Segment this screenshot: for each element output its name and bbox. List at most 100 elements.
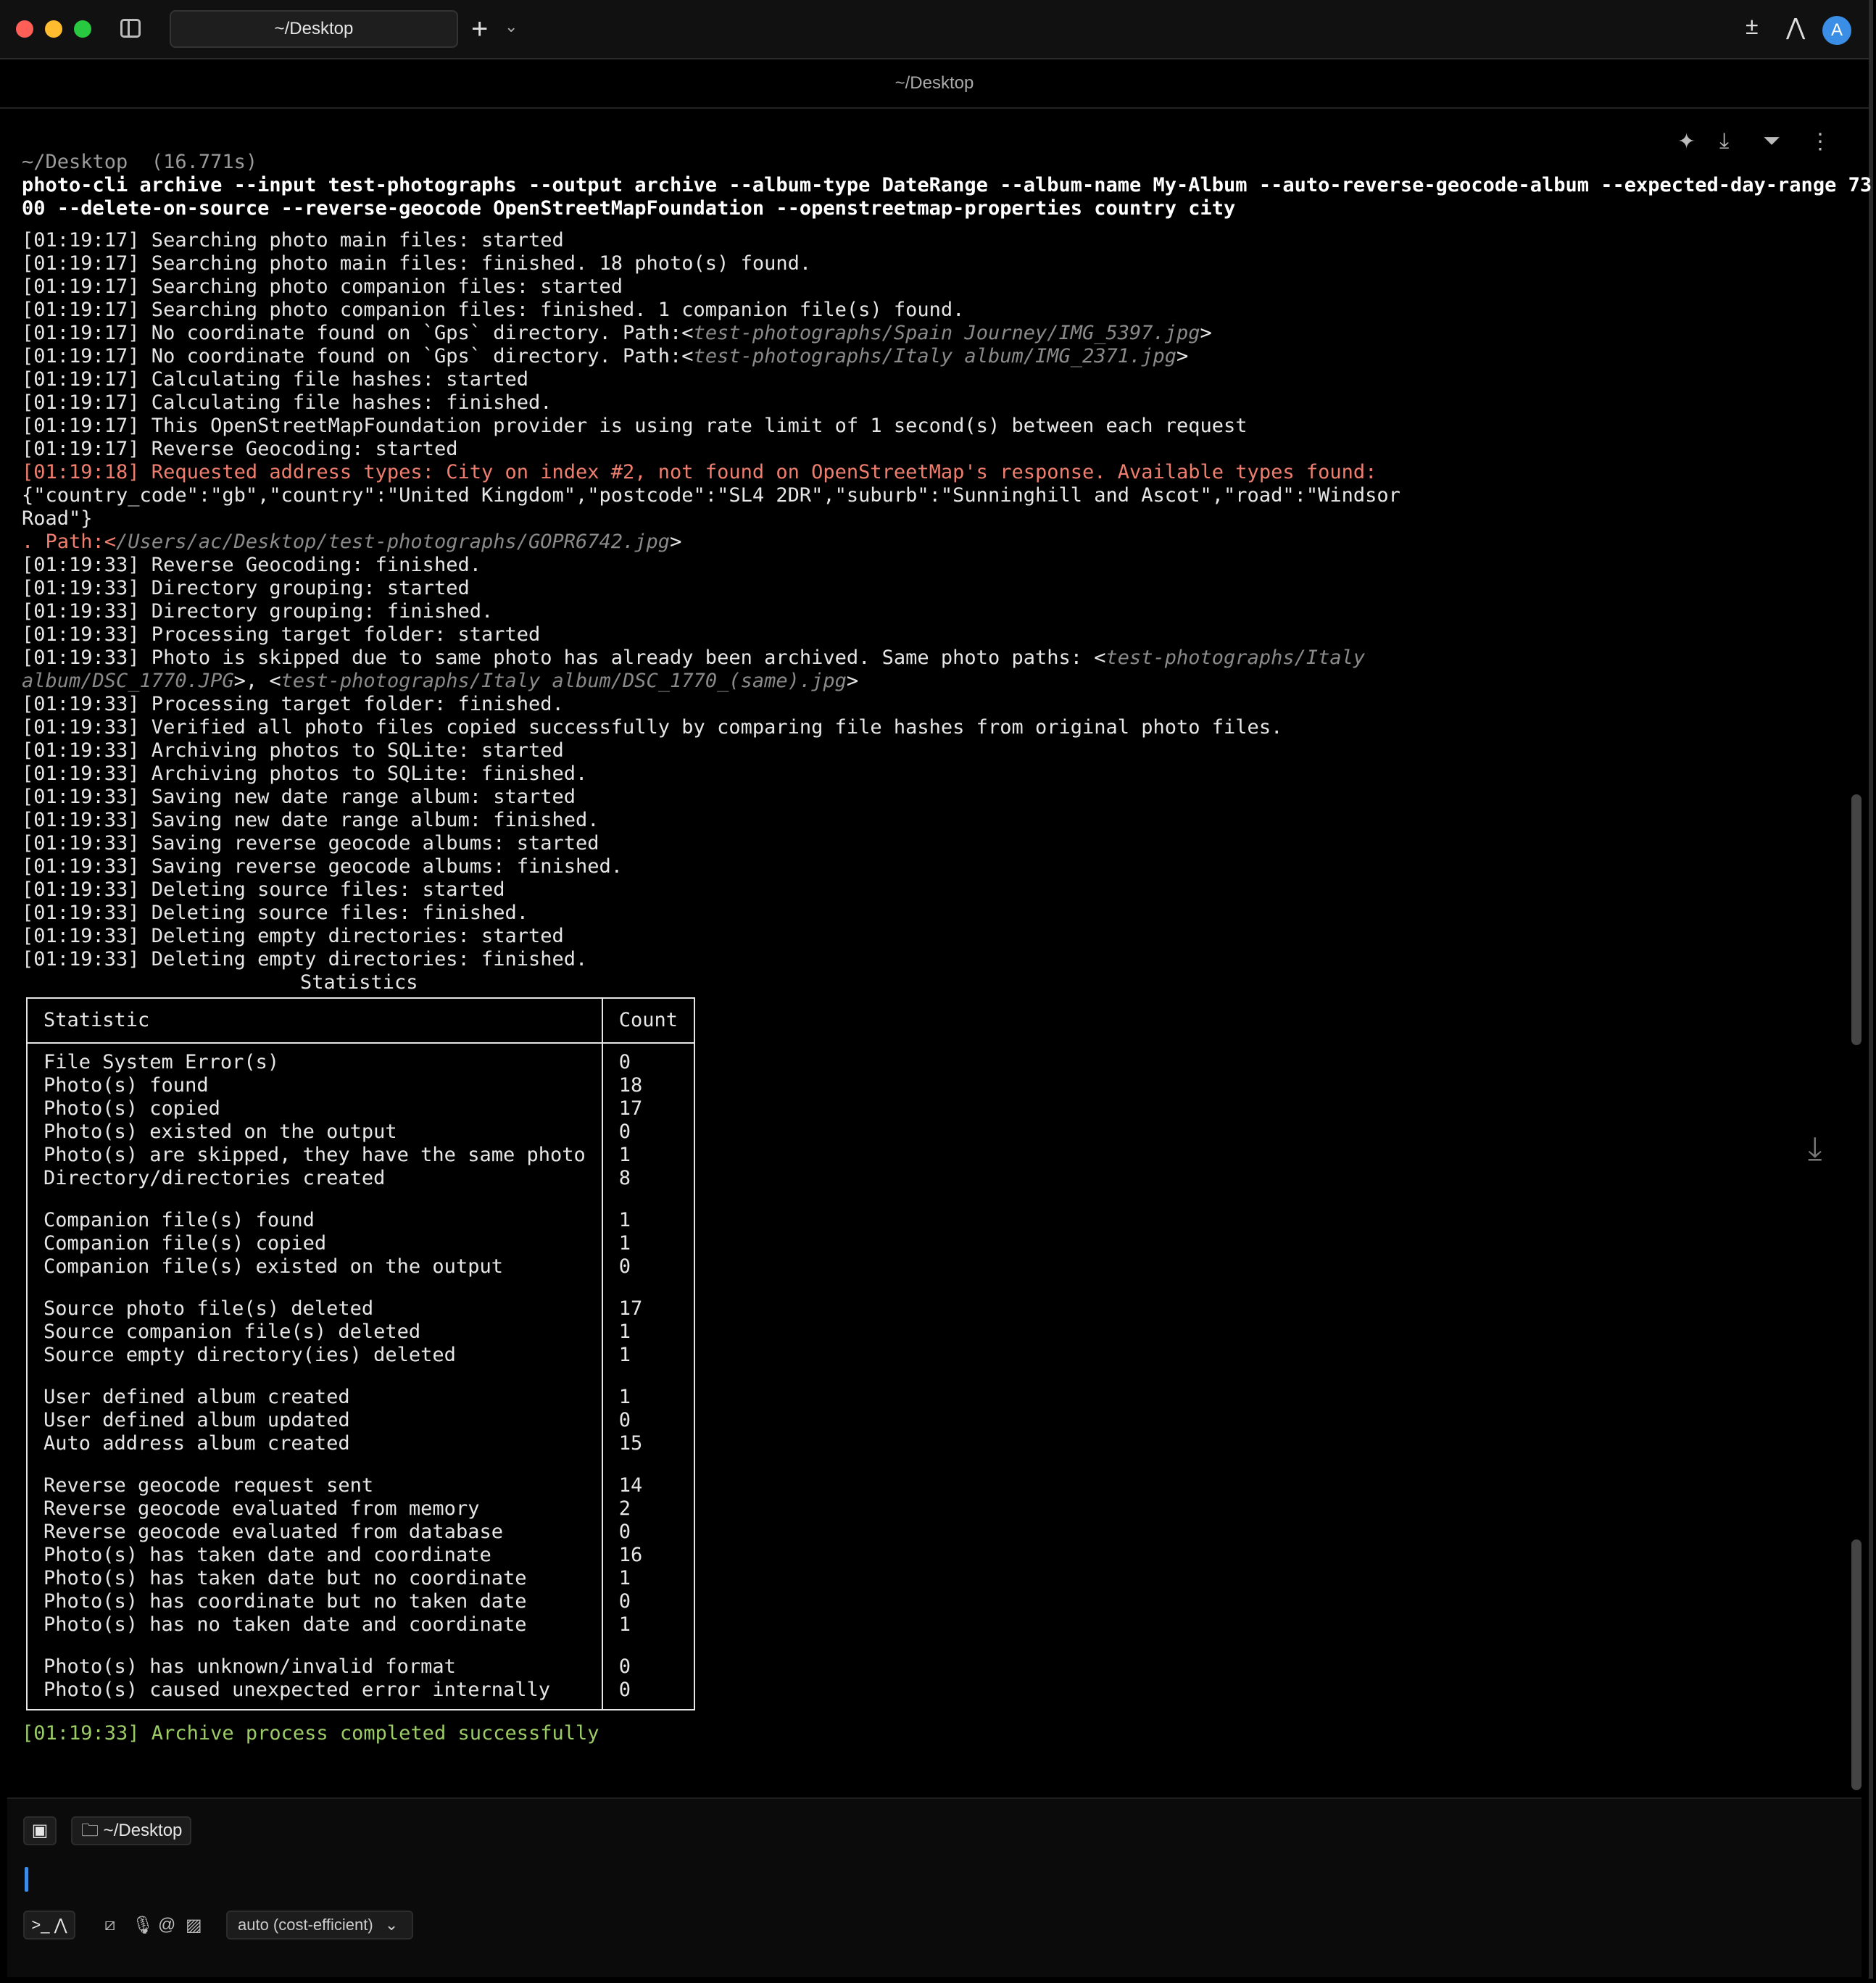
tab-desktop[interactable]: ~/Desktop [170,10,458,48]
scroll-to-bottom-icon[interactable]: ⤓ [1808,1131,1822,1167]
statistic-name: Reverse geocode request sent [43,1474,374,1497]
table-row: Photo(s) has taken date and coordinate 16 [27,1544,695,1567]
terminal-mode-icon[interactable]: >_ ⋀ [23,1911,75,1940]
statistic-name: User defined album created [43,1386,350,1408]
table-row: Companion file(s) existed on the output 0 [27,1255,695,1279]
table-row: Reverse geocode request sent 14 [27,1474,695,1497]
log-line: [01:19:17] Calculating file hashes: fini… [22,391,552,414]
zoom-window-button[interactable] [74,20,91,38]
chat-icon[interactable]: ▣ [23,1816,57,1845]
statistic-count: 1 [601,1613,695,1637]
log-line: [01:19:33] Deleting source files: finish… [22,902,528,924]
folder-icon: 🗀 [81,1821,104,1840]
table-row: Directory/directories created 8 [27,1167,695,1190]
slash-command-icon[interactable]: ⧄ [104,1915,115,1935]
statistics-title: Statistics [300,971,418,994]
statistic-name: Source companion file(s) deleted [43,1321,421,1343]
file-path[interactable]: album/DSC_1770.JPG [22,670,234,692]
close-window-button[interactable] [16,20,33,38]
table-row: Photo(s) has unknown/invalid format 0 [27,1655,695,1679]
statistic-name: Reverse geocode evaluated from database [43,1521,503,1543]
new-tab-chevron-down-icon[interactable]: ⌄ [505,17,518,36]
statistic-name: Directory/directories created [43,1167,386,1189]
statistic-name: Companion file(s) found [43,1209,315,1231]
terminal-window: ~/Desktop + ⌄ ± ⋀ A ~/Desktop ✦ ⤓ ⏷ ⋮ ~/… [0,0,1873,1979]
statistic-name: Photo(s) copied [43,1097,220,1120]
avatar[interactable]: A [1822,16,1851,45]
statistic-count: 0 [601,1255,695,1279]
model-select-label: auto (cost-efficient) [238,1916,373,1934]
table-row: Photo(s) copied 17 [27,1097,695,1121]
terminal-output: ~/Desktop (16.771s) photo-cli archive --i… [22,128,1872,1792]
table-row-spacer [27,1367,695,1386]
table-row-spacer [27,1455,695,1474]
log-line: [01:19:33] Deleting empty directories: f… [22,948,588,970]
path-header: ~/Desktop [0,59,1869,109]
statistic-count: 0 [601,1121,695,1144]
file-path[interactable]: test-photographs/Spain Journey/IMG_5397.… [694,322,1200,344]
statistic-name: Companion file(s) existed on the output [43,1255,503,1278]
log-line: [01:19:33] Archiving photos to SQLite: s… [22,739,564,762]
model-select[interactable]: auto (cost-efficient) ⌄ [226,1911,413,1940]
table-row: Companion file(s) found 1 [27,1209,695,1232]
table-row: Reverse geocode evaluated from memory 2 [27,1497,695,1521]
log-line: {"country_code":"gb","country":"United K… [22,484,1400,507]
table-row: Companion file(s) copied 1 [27,1232,695,1255]
log-line: [01:19:33] Directory grouping: started [22,577,470,599]
plus-minus-icon[interactable]: ± [1746,13,1759,40]
file-path[interactable]: test-photographs/Italy album/DSC_1770_(s… [281,670,847,692]
log-line: [01:19:17] Reverse Geocoding: started [22,438,458,460]
input-area: ▣ 🗀 ~/Desktop >_ ⋀ ⧄ 🎙 @ ▨ auto (cost-ef… [7,1797,1862,1977]
microphone-icon[interactable]: 🎙 [132,1915,154,1936]
statistic-name: Photo(s) existed on the output [43,1121,397,1143]
statistic-count: 1 [601,1386,695,1409]
chevron-down-icon: ⌄ [384,1916,399,1934]
table-row: User defined album created 1 [27,1386,695,1409]
log-line: [01:19:33] Verified all photo files copi… [22,716,1283,739]
log-line: [01:19:17] No coordinate found on `Gps` … [22,345,1189,367]
statistic-count: 1 [601,1232,695,1255]
table-row: Photo(s) has no taken date and coordinat… [27,1613,695,1637]
scrollbar-thumb[interactable] [1851,794,1862,1045]
statistic-name: Photo(s) has coordinate but no taken dat… [43,1590,527,1613]
statistic-name: Photo(s) caused unexpected error interna… [43,1679,550,1701]
statistic-count: 0 [601,1590,695,1613]
statistic-name: User defined album updated [43,1409,350,1431]
new-tab-plus-icon[interactable]: + [471,13,488,45]
log-line: [01:19:33] Deleting source files: starte… [22,878,505,901]
file-path[interactable]: /Users/ac/Desktop/test-photographs/GOPR6… [116,531,670,553]
block-header: ~/Desktop (16.771s) [22,151,258,173]
table-row-spacer [27,1190,695,1209]
statistic-name: Photo(s) has taken date and coordinate [43,1544,491,1566]
image-attach-icon[interactable]: ▨ [186,1915,202,1936]
statistic-name: Photo(s) has unknown/invalid format [43,1655,456,1678]
log-line: [01:19:33] Deleting empty directories: s… [22,925,564,947]
log-line: [01:19:33] Directory grouping: finished. [22,600,494,623]
context-chip[interactable]: 🗀 ~/Desktop [71,1816,191,1845]
log-line: [01:19:17] Searching photo main files: f… [22,252,812,275]
log-line: [01:19:17] No coordinate found on `Gps` … [22,322,1212,344]
statistic-count: 1 [601,1344,695,1367]
text-cursor[interactable] [25,1867,28,1892]
table-row: Source companion file(s) deleted 1 [27,1321,695,1344]
minimize-window-button[interactable] [45,20,62,38]
log-line: [01:19:33] Processing target folder: fin… [22,693,564,715]
statistic-name: Photo(s) are skipped, they have the same… [43,1144,586,1166]
statistic-name: Reverse geocode evaluated from memory [43,1497,480,1520]
statistic-name: Auto address album created [43,1432,350,1455]
statistic-name: Photo(s) has no taken date and coordinat… [43,1613,527,1636]
statistic-count: 18 [601,1074,695,1097]
scrollbar-thumb-lower[interactable] [1851,1539,1862,1790]
at-mention-icon[interactable]: @ [158,1915,175,1935]
warp-logo-icon[interactable]: ⋀ [1786,13,1805,41]
statistic-count: 15 [601,1432,695,1455]
table-row-spacer [27,1702,695,1710]
statistic-count: 0 [601,1679,695,1702]
statistics-table: Statistic Count File System Error(s) 0 Phot… [26,997,696,1710]
statistic-count: 0 [601,1043,695,1074]
file-path[interactable]: test-photographs/Italy [1106,647,1366,669]
table-row: Auto address album created 15 [27,1432,695,1455]
statistic-count: 17 [601,1097,695,1121]
sidebar-toggle-icon[interactable] [120,19,141,38]
file-path[interactable]: test-photographs/Italy album/IMG_2371.jp… [694,345,1176,367]
